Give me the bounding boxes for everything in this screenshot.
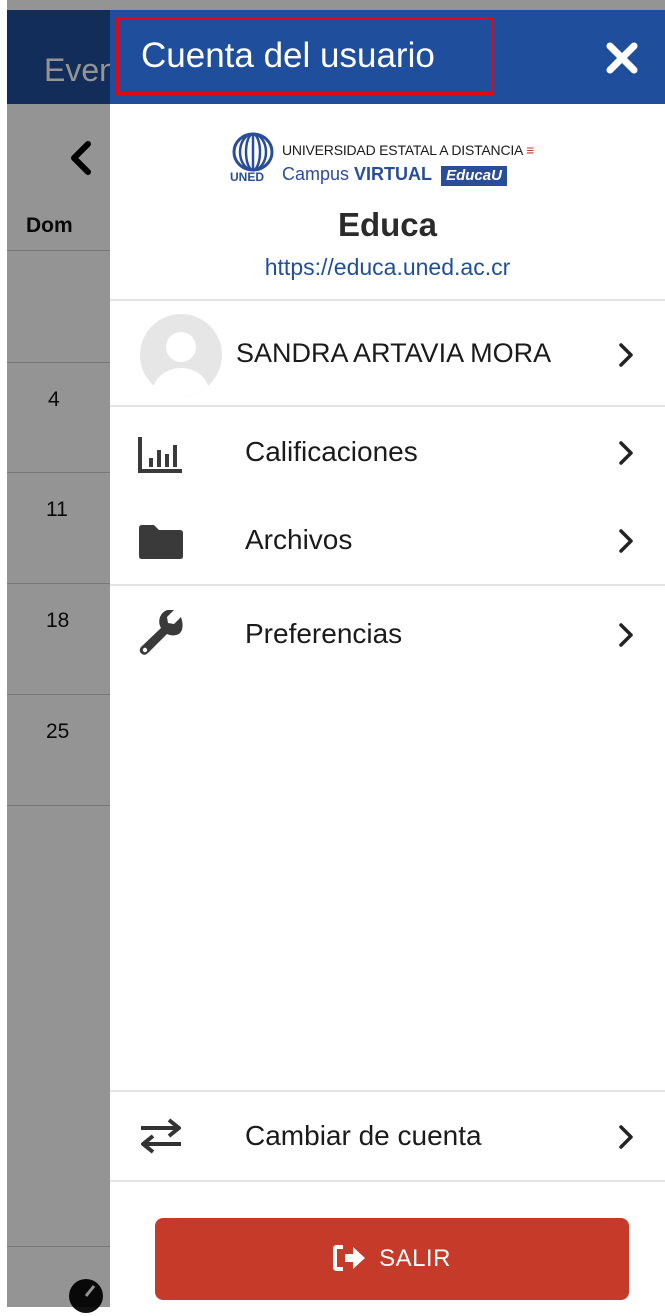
logo-campus: Campus VIRTUAL EducaU	[282, 164, 507, 186]
user-account-drawer: Cuenta del usuario UNED UNIVERSIDAD ESTA…	[110, 10, 665, 1307]
logo-university-name: UNIVERSIDAD ESTATAL A DISTANCIA ≡	[282, 142, 534, 158]
logo-virtual-text: VIRTUAL	[354, 164, 433, 184]
logo-line1: UNIVERSIDAD ESTATAL A DISTANCIA	[282, 142, 523, 158]
folder-icon	[139, 525, 183, 559]
logo-flag-icon: ≡	[526, 142, 535, 158]
switch-account-row[interactable]: Cambiar de cuenta	[110, 1094, 665, 1180]
user-profile-row[interactable]: SANDRA ARTAVIA MORA	[110, 304, 665, 406]
uned-globe-icon	[232, 132, 274, 172]
site-name: Educa	[337, 206, 438, 243]
divider	[110, 1180, 665, 1182]
wrench-icon	[139, 610, 183, 655]
menu-item-label: Preferencias	[245, 618, 403, 649]
divider	[110, 1090, 665, 1092]
divider	[110, 405, 665, 407]
site-logo: UNED UNIVERSIDAD ESTATAL A DISTANCIA ≡ C…	[230, 122, 550, 192]
logo-campus-text: Campus	[282, 164, 350, 184]
chevron-right-icon	[619, 623, 633, 647]
sign-out-icon	[333, 1244, 366, 1271]
chevron-right-icon	[619, 1125, 633, 1149]
logo-acronym: UNED	[230, 170, 265, 184]
switch-account-label: Cambiar de cuenta	[245, 1120, 482, 1151]
user-name: SANDRA ARTAVIA MORA	[236, 338, 552, 368]
close-icon[interactable]	[602, 38, 642, 78]
menu-item-label: Archivos	[245, 524, 353, 555]
menu-item-preferences[interactable]: Preferencias	[110, 588, 665, 678]
chevron-right-icon	[619, 529, 633, 553]
chevron-right-icon	[619, 343, 633, 367]
user-silhouette-icon	[153, 332, 209, 396]
logout-label: SALIR	[379, 1245, 451, 1272]
logout-button-content: SALIR	[155, 1218, 629, 1300]
screen-edge	[0, 0, 7, 1307]
menu-item-label: Calificaciones	[245, 436, 418, 467]
avatar	[140, 314, 222, 396]
grades-chart-icon	[138, 437, 182, 473]
divider	[110, 299, 665, 301]
divider	[110, 584, 665, 586]
menu-item-files[interactable]: Archivos	[110, 498, 665, 586]
logo-badge: EducaU	[441, 166, 507, 186]
site-url[interactable]: https://educa.uned.ac.cr	[110, 254, 665, 281]
logout-button[interactable]: SALIR	[155, 1218, 629, 1300]
chevron-right-icon	[619, 441, 633, 465]
swap-arrows-icon	[141, 1118, 181, 1154]
menu-item-grades[interactable]: Calificaciones	[110, 410, 665, 498]
drawer-header: Cuenta del usuario	[110, 10, 665, 104]
drawer-title: Cuenta del usuario	[116, 17, 494, 95]
